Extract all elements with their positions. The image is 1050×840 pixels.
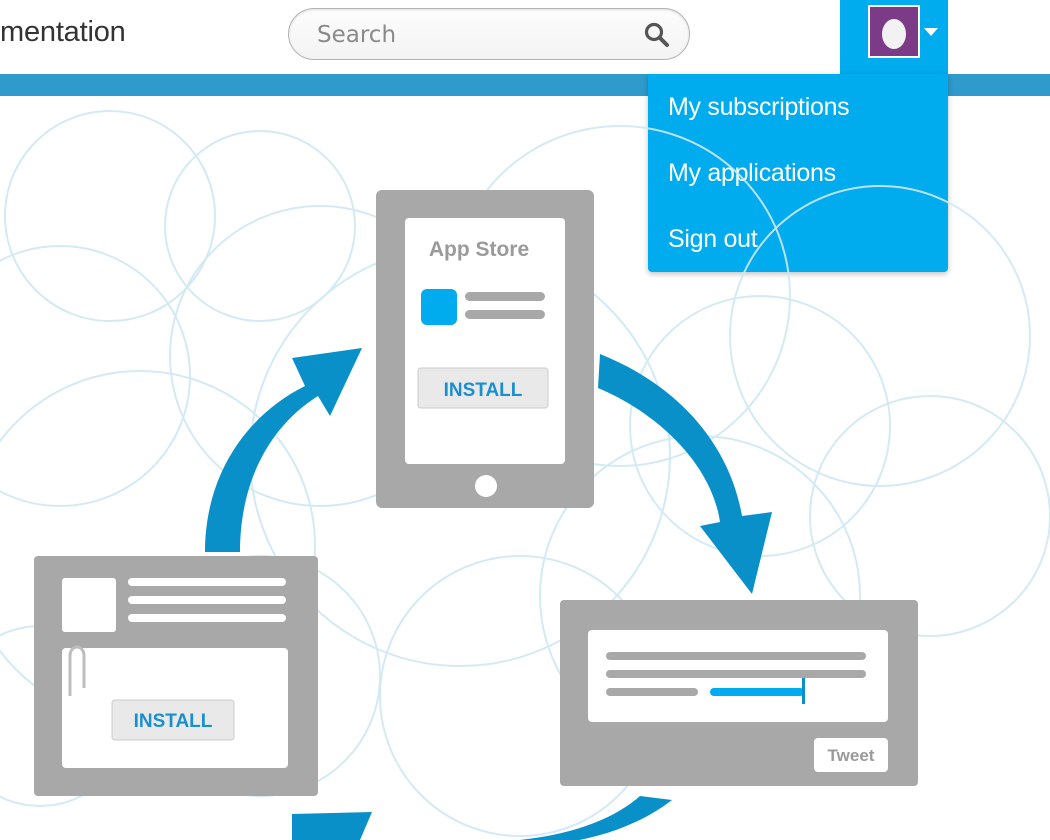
tablet-install-label: INSTALL [444,380,523,401]
search-box[interactable] [288,8,690,60]
app-store-label: App Store [429,238,529,261]
page-title[interactable]: mentation [0,16,126,49]
egg-avatar-icon [882,19,906,49]
search-icon[interactable] [643,21,671,49]
email-illustration: INSTALL [34,556,318,796]
avatar[interactable] [868,5,920,58]
workflow-illustration: App Store INSTALL INSTALL Tweet [0,110,1050,840]
chevron-down-icon[interactable] [924,27,938,37]
tablet-illustration: App Store INSTALL [376,190,594,508]
email-install-label: INSTALL [134,711,213,732]
search-input[interactable] [315,21,639,49]
tweet-illustration: Tweet [560,600,918,786]
tweet-label: Tweet [828,746,875,765]
